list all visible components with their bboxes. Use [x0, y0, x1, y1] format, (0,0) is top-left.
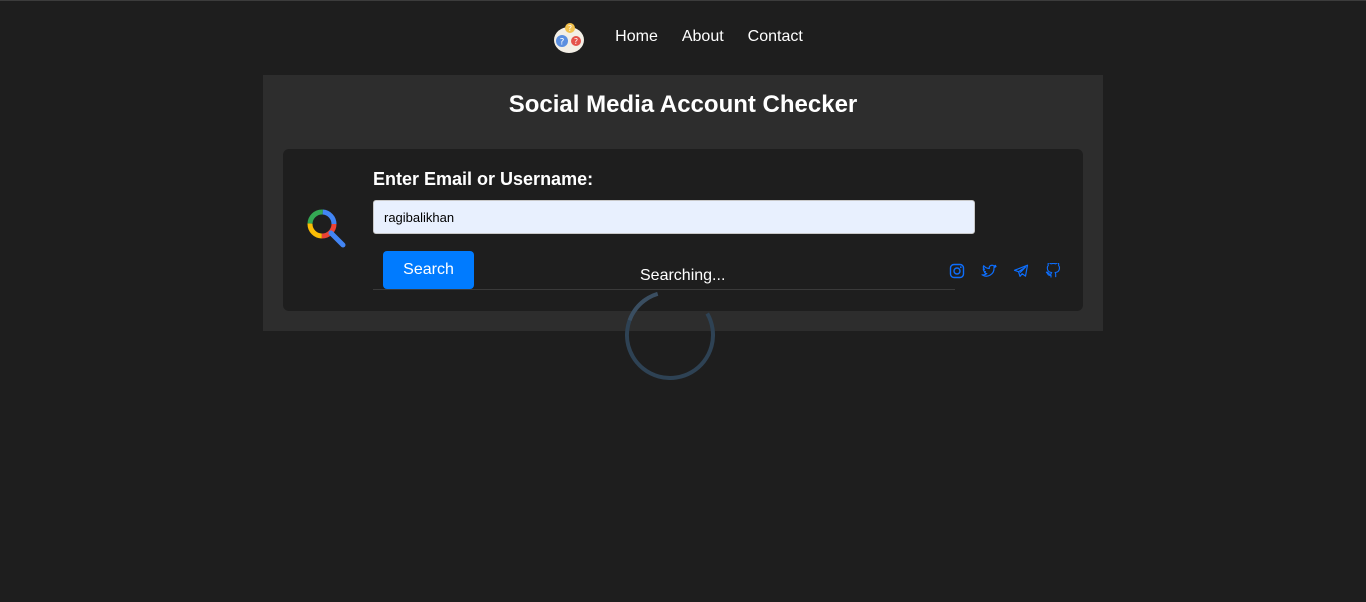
- svg-text:?: ?: [574, 37, 578, 46]
- search-button[interactable]: Search: [383, 251, 474, 289]
- loading-spinner-icon: [625, 290, 715, 380]
- page-title: Social Media Account Checker: [508, 91, 858, 118]
- telegram-icon[interactable]: [1013, 263, 1029, 279]
- svg-text:?: ?: [560, 38, 565, 48]
- status-text: Searching...: [640, 267, 726, 284]
- question-bubbles-icon[interactable]: ? ? ?: [551, 19, 587, 55]
- instagram-icon[interactable]: [949, 263, 965, 279]
- svg-text:?: ?: [568, 24, 572, 33]
- nav-link-contact[interactable]: Contact: [748, 28, 803, 46]
- nav-link-about[interactable]: About: [682, 28, 724, 46]
- twitter-icon[interactable]: [981, 263, 997, 279]
- input-label: Enter Email or Username:: [373, 169, 594, 189]
- email-username-input[interactable]: [373, 200, 975, 234]
- nav-link-home[interactable]: Home: [615, 28, 658, 46]
- search-card: Enter Email or Username: Search Searchin…: [283, 149, 1083, 311]
- navbar: ? ? ? Home About Contact: [0, 17, 1366, 57]
- top-border: [0, 0, 1366, 1]
- github-icon[interactable]: [1045, 263, 1061, 279]
- social-icons: [949, 263, 1061, 279]
- search-magnifier-icon: [305, 207, 349, 251]
